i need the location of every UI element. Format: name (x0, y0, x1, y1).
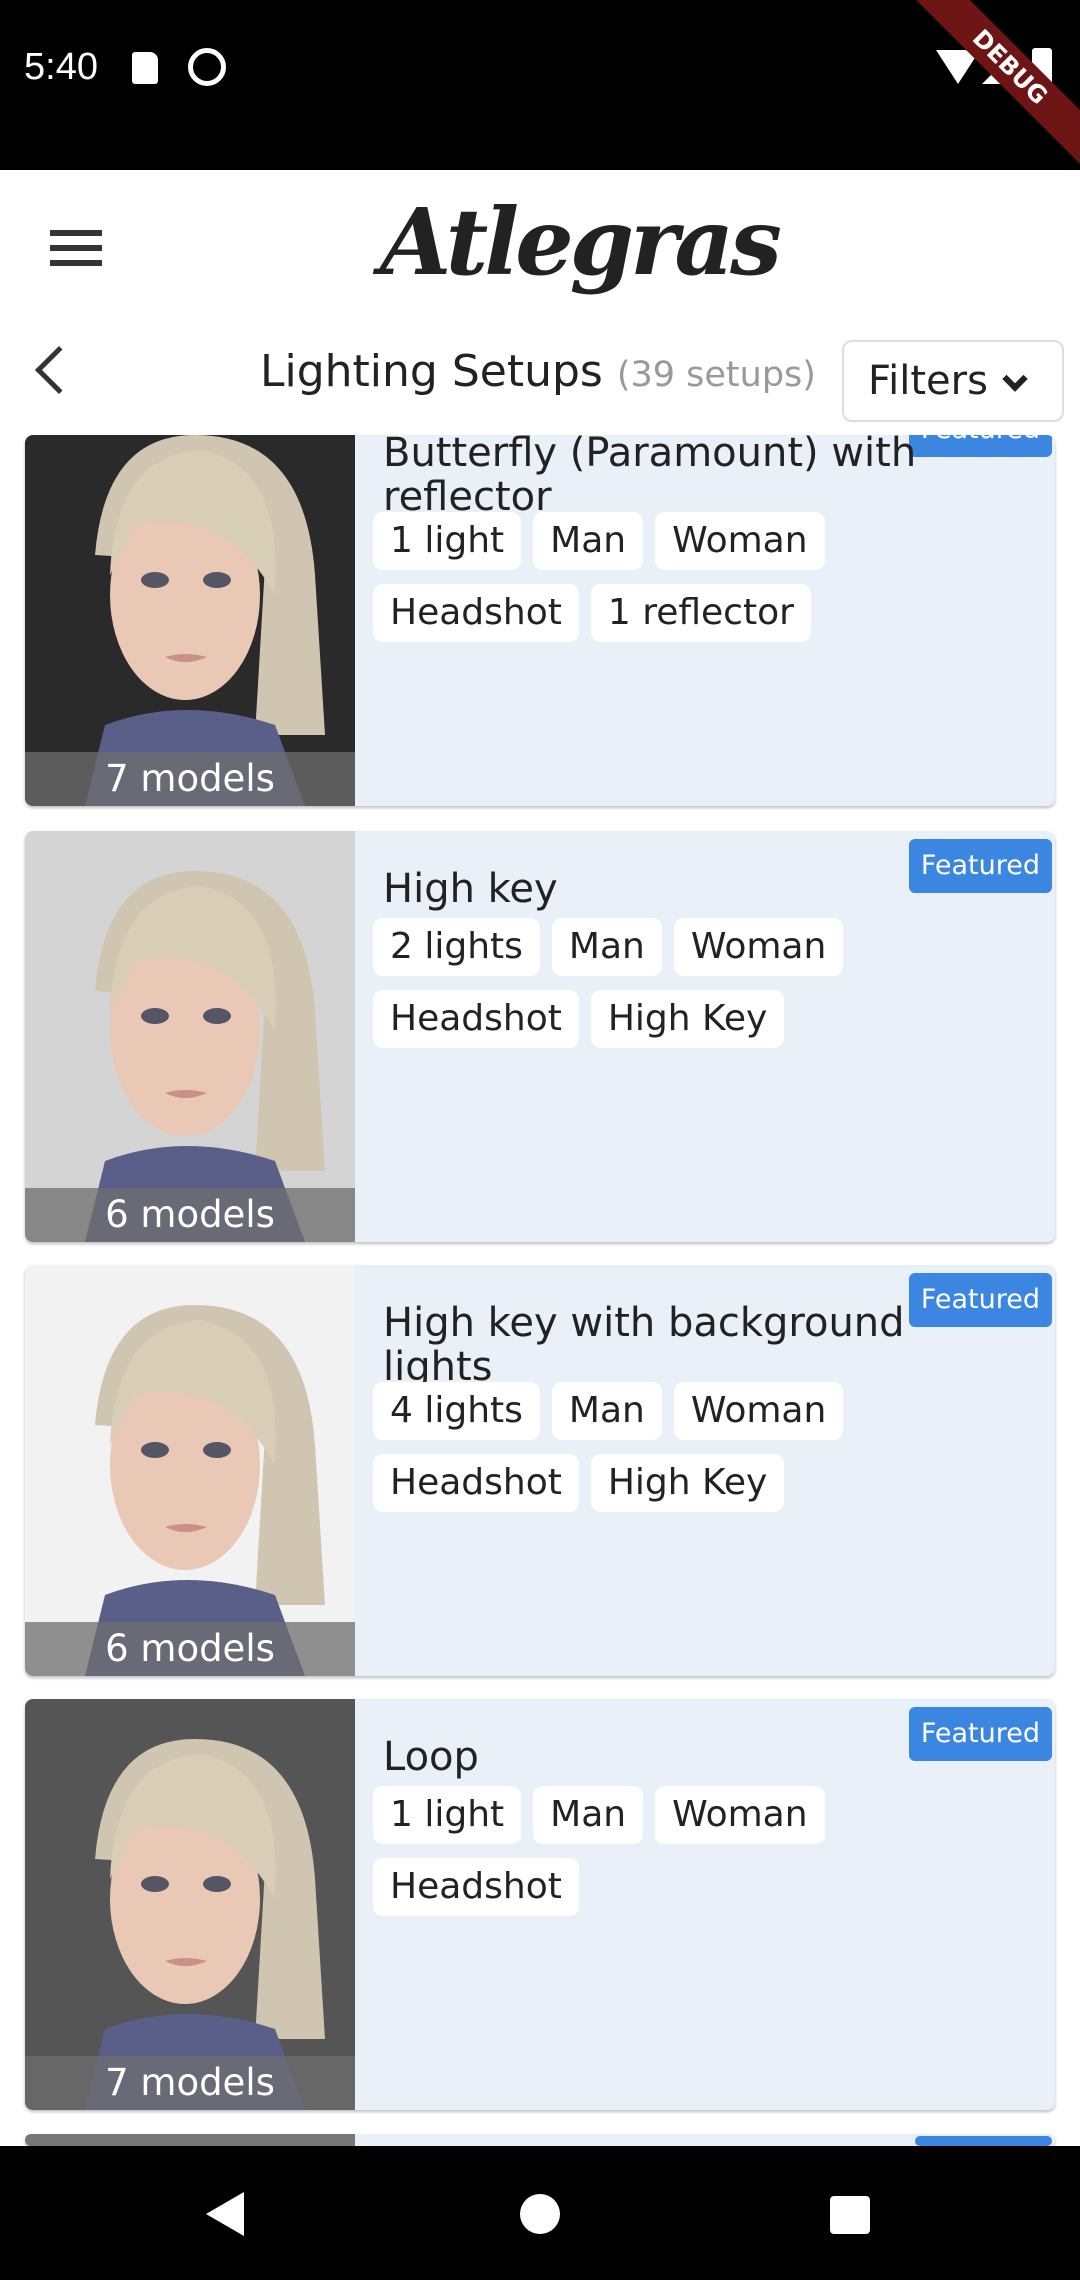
clock: 5:40 (24, 46, 98, 88)
nav-recents-icon[interactable] (830, 2196, 870, 2234)
logo: Atlegras (380, 188, 782, 296)
tag-chip: Woman (655, 1786, 825, 1844)
portrait-image (25, 1265, 355, 1676)
thumbnail: 6 models (25, 1265, 355, 1676)
setup-card[interactable] (25, 2134, 1055, 2146)
portrait-image (25, 435, 355, 806)
tag-list: 1 light Man Woman Headshot 1 reflector (373, 512, 1013, 642)
nav-back-icon[interactable] (206, 2192, 244, 2236)
portrait-image (25, 1699, 355, 2110)
thumbnail: 6 models (25, 831, 355, 1242)
tag-chip: Headshot (373, 990, 579, 1048)
tag-chip: Woman (673, 918, 844, 976)
tag-chip: Woman (655, 512, 825, 570)
tag-chip: Man (551, 1382, 662, 1440)
thumbnail (25, 2134, 355, 2146)
setup-count: (39 setups) (616, 355, 816, 395)
tag-list: 4 lights Man Woman Headshot High Key (373, 1382, 1013, 1512)
setup-card[interactable]: 7 models Featured Loop 1 light Man Woman He… (25, 1699, 1055, 2110)
tag-chip: Man (533, 1786, 644, 1844)
setup-title: Butterfly (Paramount) with reflector (383, 435, 917, 520)
tag-chip: 2 lights (373, 918, 540, 976)
page-title: Lighting Setups (39 setups) (260, 346, 816, 397)
tag-list: 1 light Man Woman Headshot (373, 1786, 1013, 1916)
tag-chip: Woman (673, 1382, 844, 1440)
models-count: 7 models (25, 2056, 355, 2110)
app-header: Atlegras Lighting Setups (39 setups) Fil… (0, 170, 1080, 435)
navigation-bar (0, 2146, 1080, 2280)
title-text: Lighting Setups (260, 346, 603, 397)
tag-list: 2 lights Man Woman Headshot High Key (373, 918, 1013, 1048)
tag-chip: Headshot (373, 584, 579, 642)
setup-card[interactable]: 7 models Featured Butterfly (Paramount) … (25, 435, 1055, 806)
data-saver-icon (188, 48, 226, 86)
hamburger-menu-icon[interactable] (50, 230, 102, 266)
sd-card-icon (132, 52, 158, 84)
setup-title: High key (383, 866, 558, 912)
models-count: 6 models (25, 1622, 355, 1676)
debug-banner: DEBUG (904, 0, 1080, 170)
tag-chip: High Key (590, 990, 785, 1048)
thumbnail: 7 models (25, 1699, 355, 2110)
featured-badge (915, 2136, 1052, 2146)
chevron-down-icon (1002, 366, 1028, 392)
status-bar: 5:40 DEBUG (0, 0, 1080, 170)
setup-list[interactable]: 7 models Featured Butterfly (Paramount) … (0, 435, 1080, 2146)
tag-chip: 1 reflector (590, 584, 811, 642)
models-count: 6 models (25, 1188, 355, 1242)
tag-chip: High Key (590, 1454, 785, 1512)
nav-home-icon[interactable] (520, 2194, 560, 2234)
setup-card[interactable]: 6 models Featured High key with backgrou… (25, 1265, 1055, 1676)
setup-title: Loop (383, 1734, 479, 1780)
tag-chip: Headshot (373, 1454, 579, 1512)
portrait-image (25, 831, 355, 1242)
tag-chip: 1 light (373, 512, 522, 570)
tag-chip: 4 lights (373, 1382, 540, 1440)
back-arrow-icon[interactable] (34, 345, 84, 395)
tag-chip: Headshot (373, 1858, 579, 1916)
tag-chip: 1 light (373, 1786, 522, 1844)
models-count: 7 models (25, 752, 355, 806)
setup-title: High key with background lights (383, 1300, 905, 1390)
setup-card[interactable]: 6 models Featured High key 2 lights Man Wo… (25, 831, 1055, 1242)
thumbnail: 7 models (25, 435, 355, 806)
tag-chip: Man (533, 512, 644, 570)
filters-label: Filters (868, 358, 988, 404)
filters-button[interactable]: Filters (842, 340, 1064, 422)
tag-chip: Man (551, 918, 662, 976)
